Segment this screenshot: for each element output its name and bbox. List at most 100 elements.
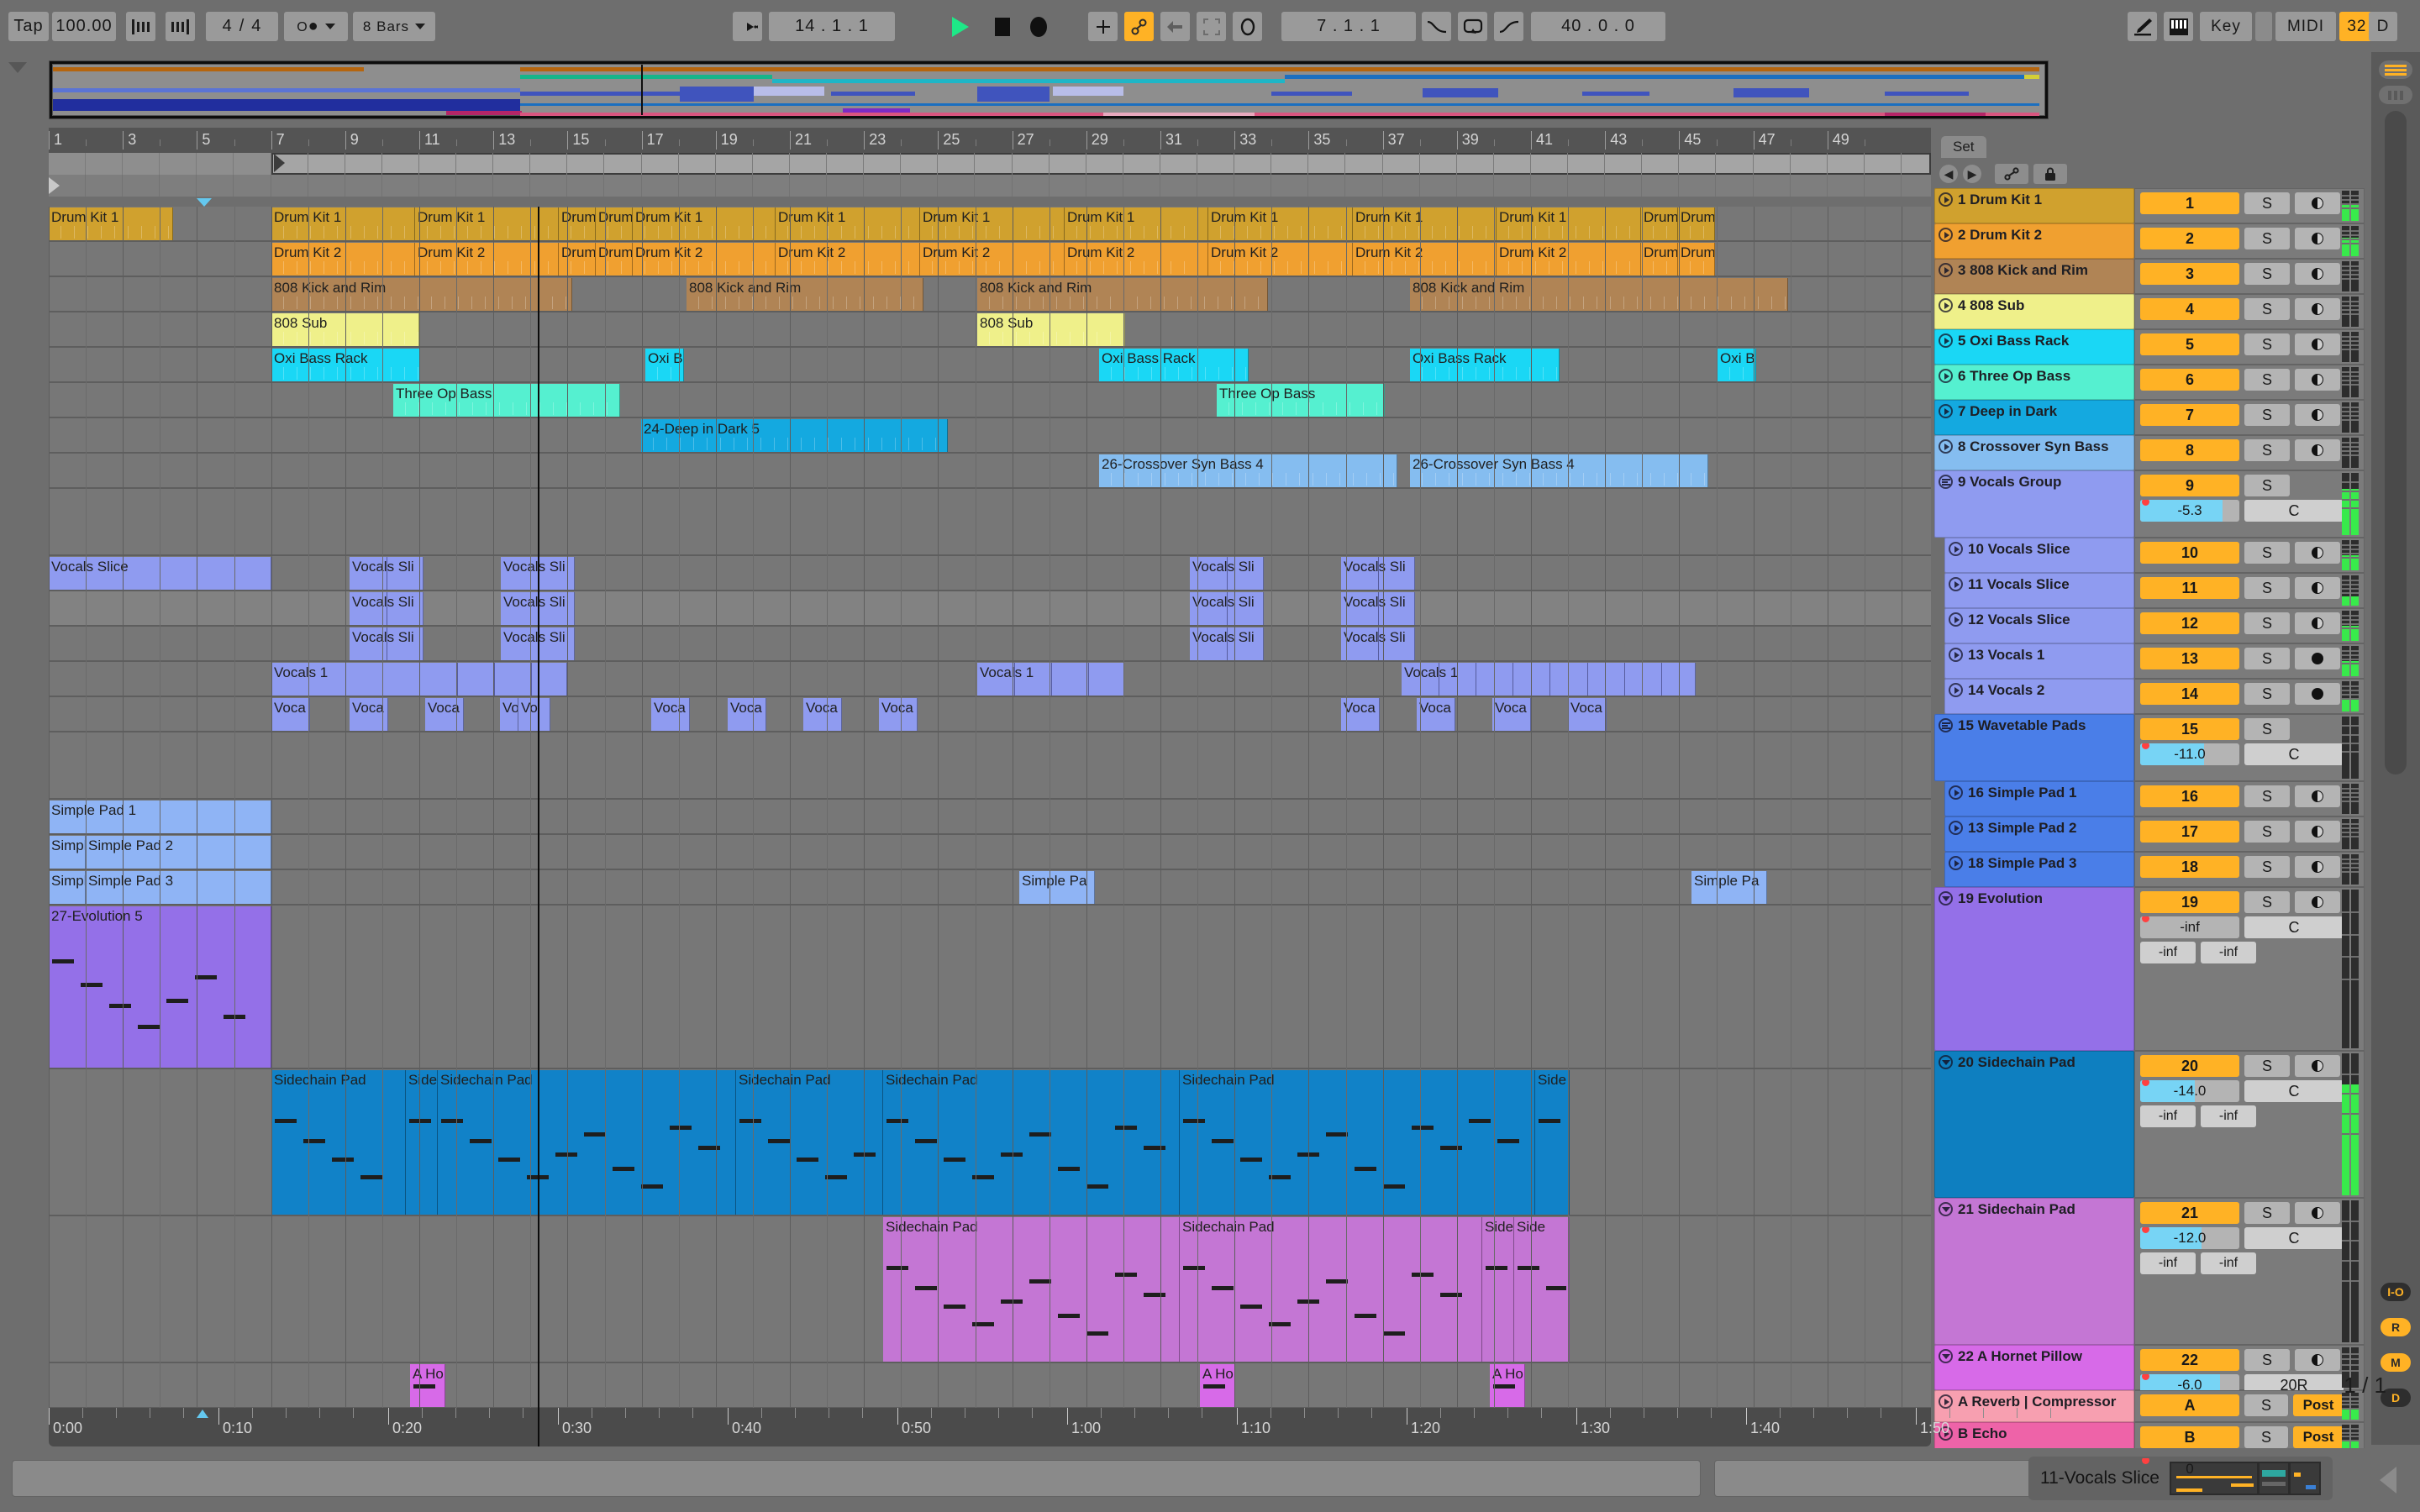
arrangement-clip[interactable]: Three Op Bass [393, 384, 620, 417]
play-icon[interactable] [1939, 1394, 1953, 1409]
track-activator-button[interactable]: 11 [2140, 577, 2239, 599]
track-activator-button[interactable]: 1 [2140, 192, 2239, 214]
bar-segment[interactable] [530, 175, 568, 197]
rail-button-mixer[interactable]: M [2381, 1353, 2411, 1372]
solo-button[interactable]: S [2244, 577, 2290, 599]
solo-button[interactable]: S [2244, 298, 2290, 320]
arrangement-clip[interactable]: Side [1482, 1217, 1514, 1362]
track-name-box[interactable]: 7 Deep in Dark [1934, 400, 2134, 435]
midi-map-button[interactable]: MIDI [2275, 12, 2336, 41]
chevron-down-icon[interactable] [1939, 891, 1953, 906]
track-name-box[interactable]: 13 Vocals 1 [1944, 643, 2134, 679]
bar-segment[interactable] [86, 153, 124, 175]
bar-segment[interactable] [1383, 175, 1420, 197]
arrangement-clip[interactable]: Drum Kit 2 [633, 243, 776, 276]
arrangement-track-row[interactable]: Vocals Slice Vocals Sli Vocals Sli Vocals S… [49, 556, 1931, 591]
bar-segment[interactable] [1531, 153, 1569, 175]
bar-segment[interactable] [1013, 175, 1050, 197]
bar-segment[interactable] [827, 175, 865, 197]
arrangement-clip[interactable]: Simple Pa [49, 836, 86, 869]
arrangement-track-row[interactable]: Drum Kit 2 Drum Kit 2 Drum Drum Drum Kit 2 Dr… [49, 242, 1931, 277]
track-activator-button[interactable]: 18 [2140, 856, 2239, 878]
group-track-icon[interactable] [1939, 718, 1953, 732]
arrangement-track-row[interactable] [49, 489, 1931, 556]
arrangement-clip[interactable]: Vocals Sli [1190, 627, 1264, 660]
bar-segment[interactable] [567, 175, 605, 197]
bar-segment[interactable] [790, 153, 828, 175]
track-volume-field[interactable]: -12.0 [2140, 1227, 2239, 1249]
arm-record-button[interactable] [2295, 612, 2340, 634]
arrangement-clip[interactable]: Drum [596, 243, 633, 276]
play-icon[interactable] [1949, 542, 1963, 556]
overview-collapse-button[interactable] [8, 62, 37, 91]
arrangement-clip[interactable]: Voca [728, 698, 766, 731]
solo-button[interactable]: S [2244, 542, 2290, 564]
track-header-18[interactable]: 18 Simple Pad 3 18 S [1934, 852, 2371, 887]
pencil-icon[interactable] [2128, 12, 2157, 41]
bar-segment[interactable] [49, 153, 87, 175]
track-activator-button[interactable]: 20 [2140, 1055, 2239, 1077]
arrangement-track-row[interactable]: Oxi Bass Rack Oxi B Oxi Bass Rack Oxi Bass … [49, 348, 1931, 383]
arm-record-button[interactable] [2295, 404, 2340, 426]
arrangement-clip[interactable]: Sidechain Pad [271, 1070, 406, 1215]
bar-segment[interactable] [642, 175, 679, 197]
arm-record-button[interactable] [2295, 263, 2340, 285]
arrangement-clip[interactable]: Oxi B [1718, 349, 1756, 381]
arrangement-track-row[interactable]: Vocals 1 Vocals 1 Vocals 1 [49, 662, 1931, 697]
bar-segment[interactable] [1605, 153, 1643, 175]
bar-segment[interactable] [1160, 175, 1198, 197]
bar-segment[interactable] [1902, 153, 1939, 175]
bar-segment[interactable] [1457, 175, 1494, 197]
plus-icon[interactable] [1088, 12, 1118, 41]
track-header-8[interactable]: 8 Crossover Syn Bass 8 S [1934, 435, 2371, 470]
track-activator-button[interactable]: 5 [2140, 333, 2239, 355]
bar-segment[interactable] [605, 153, 642, 175]
track-activator-button[interactable]: 4 [2140, 298, 2239, 320]
track-header-3[interactable]: 3 808 Kick and Rim 3 S [1934, 259, 2371, 294]
track-header-17[interactable]: 13 Simple Pad 2 17 S [1934, 816, 2371, 852]
bar-segment[interactable] [1271, 175, 1309, 197]
bar-segment[interactable] [1234, 153, 1272, 175]
chevron-down-icon[interactable] [1939, 1349, 1953, 1363]
arrangement-clip[interactable]: Vocals 1 [977, 663, 1124, 696]
arrangement-clip[interactable]: Drum Kit 1 [271, 207, 415, 240]
solo-button[interactable]: S [2244, 1349, 2290, 1371]
bar-segment[interactable] [1197, 175, 1235, 197]
bar-segment[interactable] [493, 153, 531, 175]
arrangement-clip[interactable]: Vo [518, 698, 550, 731]
bar-segment[interactable] [308, 153, 345, 175]
arrangement-clip[interactable]: Vocals Sli [1190, 557, 1264, 590]
arrangement-clip[interactable]: Voca [1341, 698, 1380, 731]
arrangement-track-row[interactable]: 27-Evolution 5 [49, 906, 1931, 1069]
bar-segment[interactable] [271, 175, 308, 197]
play-icon[interactable] [1939, 439, 1953, 454]
bar-segment[interactable] [1271, 153, 1309, 175]
play-icon[interactable] [945, 12, 975, 41]
bar-segment[interactable] [938, 175, 976, 197]
bar-segment[interactable] [567, 153, 605, 175]
browser-list-icon[interactable] [2379, 60, 2412, 79]
track-header-10[interactable]: 10 Vocals Slice 10 S [1934, 538, 2371, 573]
track-name-box[interactable]: 21 Sidechain Pad [1934, 1198, 2134, 1345]
send-b-field[interactable]: -inf [2201, 942, 2256, 963]
track-name-box[interactable]: 5 Oxi Bass Rack [1934, 329, 2134, 365]
bar-segment[interactable] [1865, 153, 1902, 175]
track-name-box[interactable]: 22 A Hornet Pillow [1934, 1345, 2134, 1390]
arrow-right-icon[interactable]: ▶ [1963, 165, 1981, 183]
track-pan-field[interactable]: C [2244, 916, 2344, 938]
track-pan-field[interactable]: C [2244, 743, 2344, 765]
rail-button-io[interactable]: I-O [2381, 1283, 2411, 1301]
bar-segment[interactable] [197, 175, 234, 197]
track-activator-button[interactable]: B [2140, 1426, 2239, 1448]
arrangement-clip[interactable]: Vocals Sli [350, 627, 424, 660]
track-header-11[interactable]: 11 Vocals Slice 11 S [1934, 573, 2371, 608]
arrangement-clip[interactable]: Drum Kit 2 [920, 243, 1065, 276]
bar-segment[interactable] [1420, 175, 1457, 197]
bar-segment[interactable] [234, 175, 271, 197]
nudge-icon[interactable] [166, 12, 195, 41]
time-signature-field[interactable]: 4 / 4 [206, 12, 278, 41]
bar-segment[interactable] [1346, 175, 1383, 197]
arm-record-button[interactable] [2295, 298, 2340, 320]
arm-record-button[interactable] [2295, 1055, 2340, 1077]
arm-record-button[interactable] [2295, 439, 2340, 461]
